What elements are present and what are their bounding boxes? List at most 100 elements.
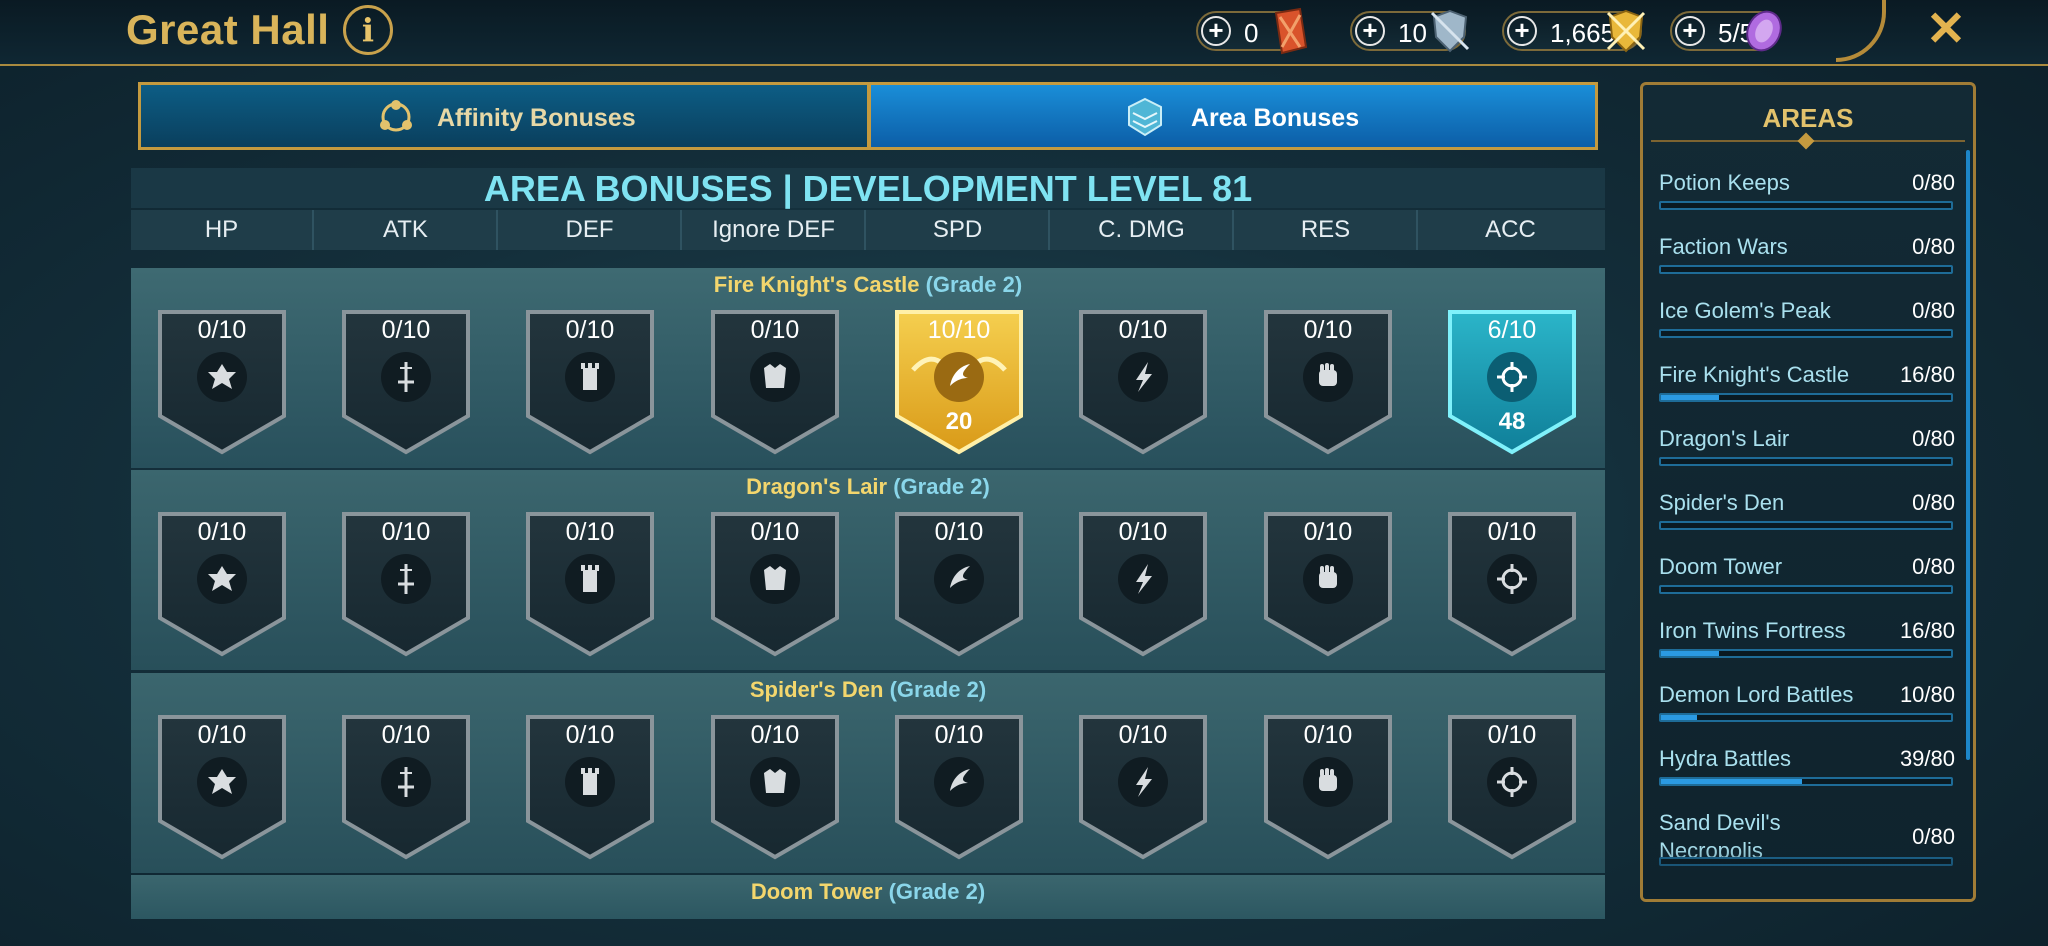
area-list-item[interactable]: Iron Twins Fortress 16/80 (1659, 617, 1955, 677)
bonus-shield[interactable]: 0/10 (1262, 713, 1394, 861)
bonus-level: 0/10 (1487, 721, 1537, 749)
bonus-shield[interactable]: 0/10 (156, 713, 288, 861)
area-item-count: 16/80 (1899, 618, 1955, 643)
resource-counter-2[interactable]: + 10 (1350, 9, 1470, 53)
top-bar: Great Hall i + 0 + 10 + 1,665 + 5/5 ✕ (0, 0, 2048, 66)
bonus-shield[interactable]: 0/10 (709, 308, 841, 456)
areas-scrollbar[interactable] (1966, 150, 1970, 760)
area-row-title: Fire Knight's Castle (Grade 2) (131, 272, 1605, 298)
area-grade: (Grade 2) (888, 879, 986, 904)
area-row-title: Dragon's Lair (Grade 2) (131, 474, 1605, 500)
bonus-shield[interactable]: 0/10 (709, 510, 841, 658)
area-progress-fill (1661, 715, 1697, 720)
area-grade: (Grade 2) (893, 474, 990, 499)
close-icon[interactable]: ✕ (1924, 4, 1968, 56)
area-list-item[interactable]: Dragon's Lair 0/80 (1659, 425, 1955, 485)
bonus-level: 0/10 (381, 316, 431, 344)
resource-counter-3[interactable]: + 1,665 (1502, 9, 1646, 53)
bonus-level: 0/10 (750, 518, 800, 546)
hp-icon (208, 566, 236, 591)
area-item-name: Ice Golem's Peak (1659, 298, 1831, 323)
bonus-shield[interactable]: 0/10 (1446, 713, 1578, 861)
resource-counter-4[interactable]: + 5/5 (1670, 10, 1782, 52)
bonus-shield[interactable]: 0/10 (1077, 510, 1209, 658)
add-resource-button[interactable]: + (1675, 16, 1705, 46)
area-list-item[interactable]: Fire Knight's Castle 16/80 (1659, 361, 1955, 421)
bonus-level: 0/10 (1118, 518, 1168, 546)
bonus-shield[interactable]: 0/10 (1446, 510, 1578, 658)
area-progress-bar (1659, 201, 1953, 210)
area-row-doom-tower: Doom Tower (Grade 2) (131, 875, 1605, 919)
column-acc: ACC (1485, 216, 1536, 243)
add-resource-button[interactable]: + (1355, 16, 1385, 46)
bonus-shield[interactable]: 0/10 (893, 713, 1025, 861)
tab-area-bonuses[interactable]: Area Bonuses (868, 82, 1598, 150)
area-list-item[interactable]: Ice Golem's Peak 0/80 (1659, 297, 1955, 357)
area-list-item[interactable]: Hydra Battles 39/80 (1659, 745, 1955, 805)
bonus-level: 0/10 (750, 316, 800, 344)
bonus-shield[interactable]: 0/10 (156, 510, 288, 658)
bonus-shield[interactable]: 0/10 (524, 308, 656, 456)
atk-sword-icon (398, 564, 414, 594)
bonus-shield[interactable]: 0/10 (893, 510, 1025, 658)
res-fist-icon (1319, 363, 1337, 386)
def-tower-icon (581, 363, 599, 390)
red-scroll-icon (1274, 7, 1308, 55)
area-item-count: 39/80 (1899, 746, 1955, 771)
hp-icon (208, 769, 236, 794)
bonus-shield[interactable]: 0/10 (1262, 308, 1394, 456)
area-name: Fire Knight's Castle (713, 272, 926, 297)
column-atk: ATK (315, 210, 498, 250)
ignore-def-armor-icon (764, 769, 786, 793)
bonus-level: 0/10 (750, 721, 800, 749)
column-res: RES (1235, 210, 1418, 250)
bonus-level: 0/10 (565, 721, 615, 749)
ignore-def-armor-icon (764, 364, 786, 388)
bonus-shield[interactable]: 0/10 (1262, 510, 1394, 658)
area-grade: (Grade 2) (925, 272, 1023, 297)
bonus-shield[interactable]: 10/10 20 (893, 308, 1025, 456)
area-item-name: Doom Tower (1659, 554, 1783, 579)
silver-shield-icon (1430, 9, 1470, 53)
bonus-shield[interactable]: 0/10 (340, 308, 472, 456)
bonus-shield[interactable]: 0/10 (156, 308, 288, 456)
bonus-level: 10/10 (927, 316, 991, 344)
info-icon[interactable]: i (343, 5, 393, 55)
bonus-level: 0/10 (1303, 316, 1353, 344)
bonus-shield[interactable]: 0/10 (1077, 308, 1209, 456)
column-ignore-def: Ignore DEF (683, 210, 866, 250)
tab-affinity-bonuses[interactable]: Affinity Bonuses (138, 82, 868, 150)
column-spd: SPD (867, 210, 1050, 250)
area-item-count: 0/80 (1912, 170, 1955, 195)
bonus-shield[interactable]: 0/10 (709, 713, 841, 861)
bonus-level: 0/10 (1303, 518, 1353, 546)
hp-icon (208, 364, 236, 389)
bonus-level: 0/10 (197, 518, 247, 546)
bonus-level: 0/10 (381, 518, 431, 546)
atk-sword-icon (398, 767, 414, 797)
area-list-item[interactable]: Spider's Den 0/80 (1659, 489, 1955, 549)
area-list-item[interactable]: Potion Keeps 0/80 (1659, 169, 1955, 229)
area-list-item[interactable]: Demon Lord Battles 10/80 (1659, 681, 1955, 741)
add-resource-button[interactable]: + (1201, 16, 1231, 46)
area-name: Spider's Den (749, 677, 890, 702)
bonus-level: 0/10 (1118, 316, 1168, 344)
divider-ornament (1797, 132, 1815, 150)
bonus-shield[interactable]: 0/10 (1077, 713, 1209, 861)
area-item-count: 0/80 (1912, 554, 1955, 579)
bonus-shield[interactable]: 0/10 (524, 510, 656, 658)
resource-counter-1[interactable]: + 0 (1196, 7, 1308, 55)
areas-panel: AREAS Potion Keeps 0/80 Faction Wars 0/8… (1640, 82, 1976, 902)
bonus-shield[interactable]: 0/10 (340, 713, 472, 861)
area-progress-bar (1659, 329, 1953, 338)
area-item-name: Faction Wars (1659, 234, 1788, 259)
column-hp: HP (131, 210, 314, 250)
add-resource-button[interactable]: + (1507, 16, 1537, 46)
area-progress-fill (1661, 779, 1802, 784)
bonus-shield[interactable]: 0/10 (340, 510, 472, 658)
area-item-name: Spider's Den (1659, 490, 1785, 515)
area-list-item[interactable]: Faction Wars 0/80 (1659, 233, 1955, 293)
area-list-item[interactable]: Doom Tower 0/80 (1659, 553, 1955, 613)
bonus-shield[interactable]: 6/10 48 (1446, 308, 1578, 456)
bonus-shield[interactable]: 0/10 (524, 713, 656, 861)
